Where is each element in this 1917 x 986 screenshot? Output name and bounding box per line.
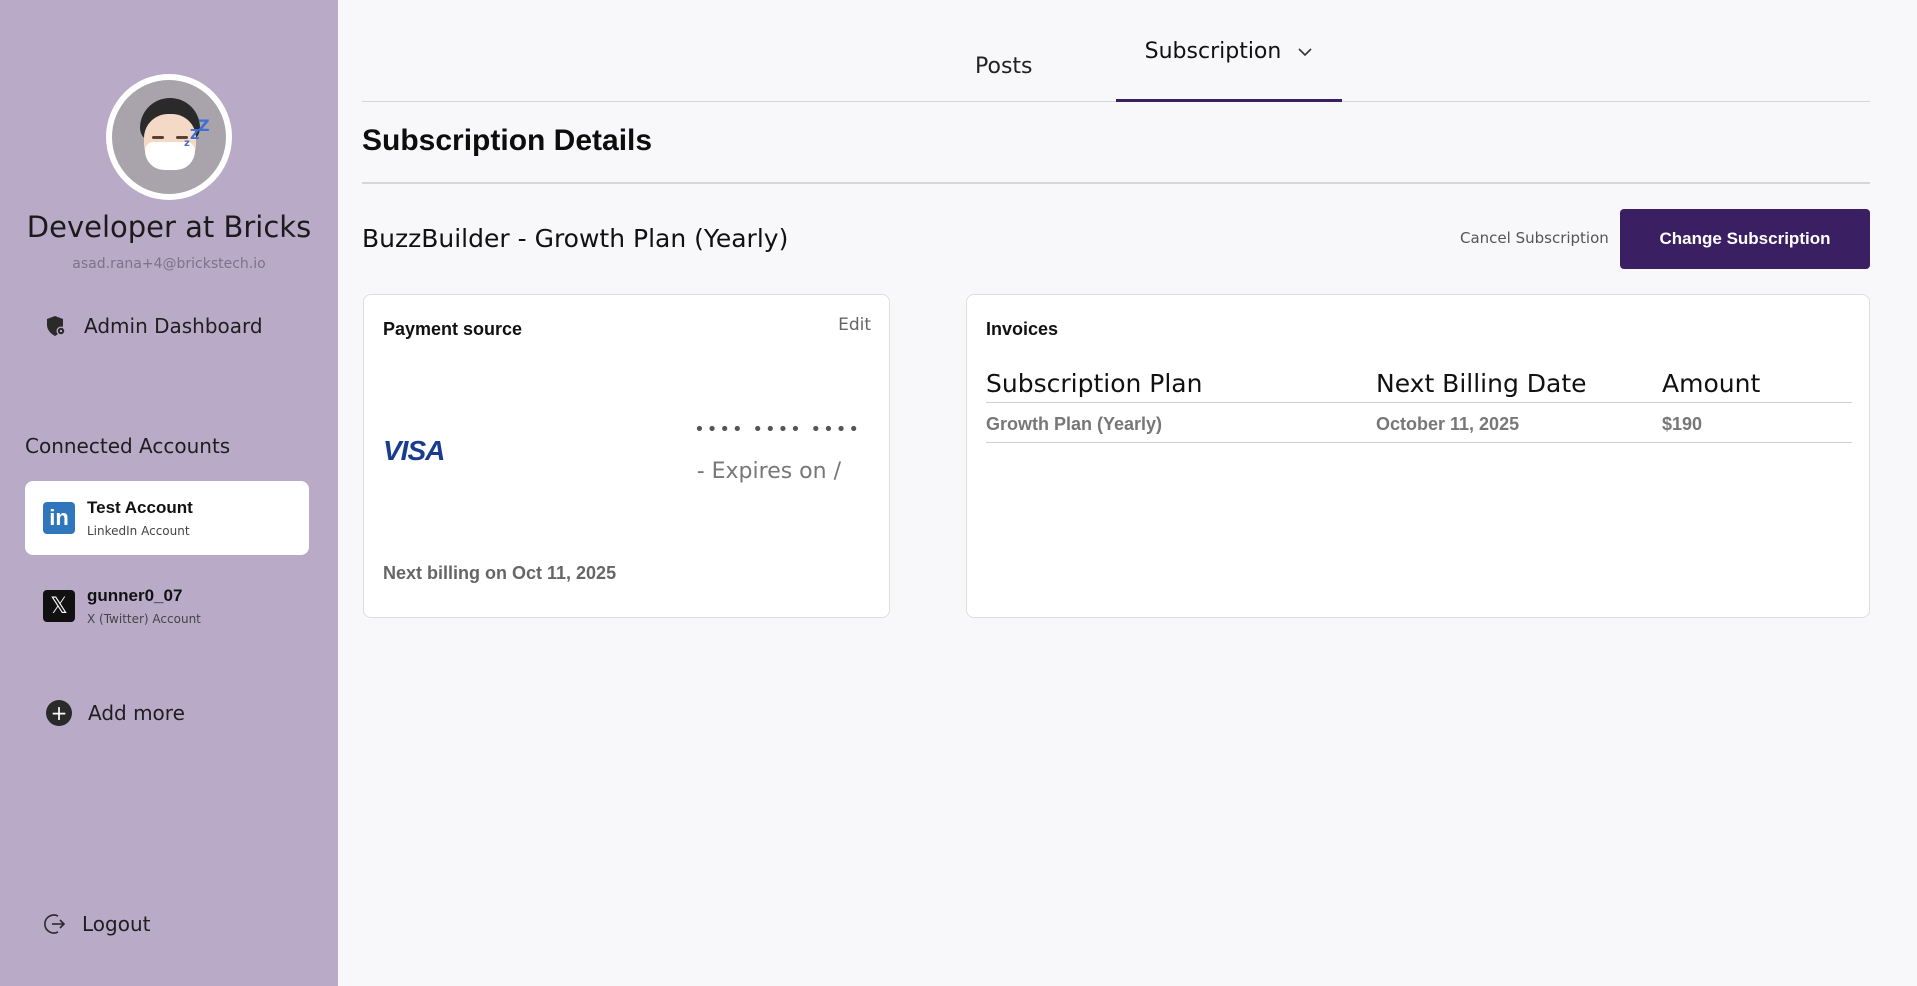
tab-posts[interactable]: Posts xyxy=(975,54,1033,79)
tab-bar: Posts Subscription xyxy=(362,0,1870,102)
column-header: Subscription Plan xyxy=(986,369,1203,398)
invoices-title: Invoices xyxy=(986,319,1059,339)
plus-circle-icon: + xyxy=(46,700,72,726)
account-item-twitter[interactable]: 𝕏 gunner0_07 X (Twitter) Account xyxy=(25,569,309,643)
payment-source-title: Payment source xyxy=(383,319,523,339)
account-type: LinkedIn Account xyxy=(87,524,190,538)
chevron-down-icon xyxy=(1297,47,1313,57)
next-billing-text: Next billing on Oct 11, 2025 xyxy=(383,563,617,583)
sidebar: Z Z z Developer at Bricks asad.rana+4@br… xyxy=(0,0,338,986)
account-name: gunner0_07 xyxy=(87,586,183,605)
logout-icon xyxy=(44,912,68,936)
card-expiry: - Expires on / xyxy=(696,459,841,484)
edit-payment-link[interactable]: Edit xyxy=(838,315,871,335)
user-name: Developer at Bricks xyxy=(26,210,312,244)
page-title: Subscription Details xyxy=(362,124,653,157)
logout-label: Logout xyxy=(82,912,151,936)
account-type: X (Twitter) Account xyxy=(87,612,201,626)
account-item-linkedin[interactable]: in Test Account LinkedIn Account xyxy=(25,481,309,555)
cancel-subscription-button[interactable]: Cancel Subscription xyxy=(1460,229,1609,247)
add-more-button[interactable]: + Add more xyxy=(46,700,185,726)
user-email: asad.rana+4@brickstech.io xyxy=(72,256,266,272)
table-cell: Growth Plan (Yearly) xyxy=(986,414,1163,434)
linkedin-icon: in xyxy=(43,502,75,534)
x-twitter-icon: 𝕏 xyxy=(43,590,75,622)
masked-card-number: •••• •••• •••• xyxy=(694,419,861,440)
add-more-label: Add more xyxy=(88,701,185,725)
invoices-card: Invoices Subscription Plan Next Billing … xyxy=(966,294,1870,618)
logout-button[interactable]: Logout xyxy=(44,912,150,936)
visa-logo-icon: VISA xyxy=(383,435,445,466)
tab-subscription-label: Subscription xyxy=(1144,39,1282,64)
column-header: Amount xyxy=(1662,369,1761,398)
table-header: Subscription Plan Next Billing Date Amou… xyxy=(986,369,1852,403)
invoices-table: Subscription Plan Next Billing Date Amou… xyxy=(986,369,1852,443)
table-cell: $190 xyxy=(1662,414,1703,434)
plan-name: BuzzBuilder - Growth Plan (Yearly) xyxy=(362,224,789,253)
payment-source-card: Payment source Edit VISA •••• •••• •••• … xyxy=(363,294,890,618)
admin-dashboard-link[interactable]: Admin Dashboard xyxy=(44,314,263,338)
account-name: Test Account xyxy=(87,498,193,517)
avatar: Z Z z xyxy=(106,74,232,200)
table-cell: October 11, 2025 xyxy=(1376,414,1520,434)
change-subscription-button[interactable]: Change Subscription xyxy=(1620,209,1870,269)
shield-lock-icon xyxy=(44,314,68,338)
table-row: Growth Plan (Yearly) October 11, 2025 $1… xyxy=(986,403,1852,443)
connected-accounts-heading: Connected Accounts xyxy=(25,434,231,458)
admin-dashboard-label: Admin Dashboard xyxy=(84,314,263,338)
divider xyxy=(362,182,1870,184)
tab-subscription[interactable]: Subscription xyxy=(1116,0,1342,102)
column-header: Next Billing Date xyxy=(1376,369,1587,398)
